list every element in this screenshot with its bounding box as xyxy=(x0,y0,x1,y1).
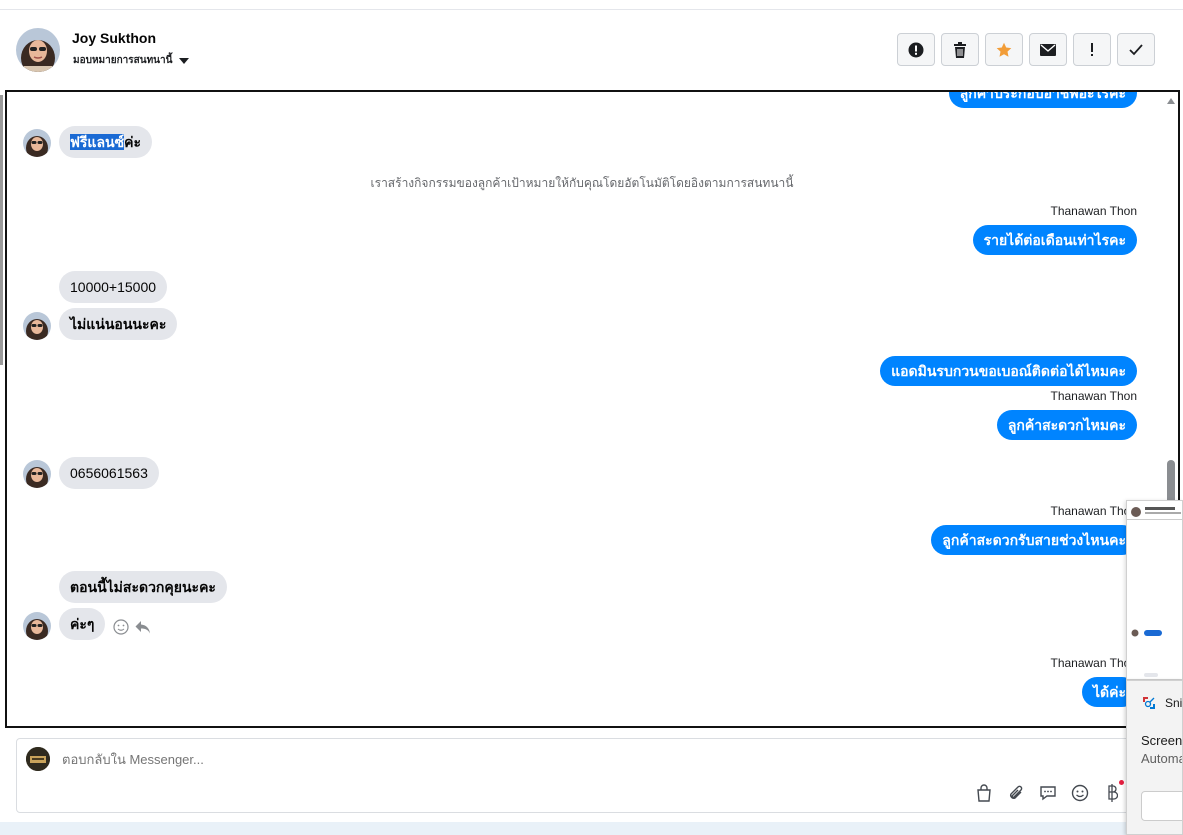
caret-down-icon xyxy=(179,57,190,64)
delete-button[interactable] xyxy=(941,33,979,66)
outgoing-message: ลูกค้าสะดวกรับสายช่วงไหนคะ xyxy=(931,525,1137,555)
conversation-header: Joy Sukthon มอบหมายการสนทนานี้ xyxy=(0,10,1183,90)
spam-button[interactable] xyxy=(1073,33,1111,66)
reply-composer[interactable] xyxy=(16,738,1136,813)
paperclip-icon[interactable] xyxy=(1007,784,1025,802)
bottom-background xyxy=(0,822,1183,835)
star-icon xyxy=(996,42,1012,57)
message-text: ค่ะ xyxy=(124,134,141,150)
assign-conversation-dropdown[interactable]: มอบหมายการสนทนานี้ xyxy=(73,53,190,68)
contact-avatar[interactable] xyxy=(16,28,60,72)
trash-icon xyxy=(954,41,966,58)
incoming-message: 0656061563 xyxy=(59,457,159,489)
notification-title: Screenshot copied to clipboard xyxy=(1141,733,1183,748)
envelope-icon xyxy=(1040,43,1056,56)
sender-name: Thanawan Thon xyxy=(1050,656,1137,670)
outgoing-message: รายได้ต่อเดือนเท่าไรคะ xyxy=(972,225,1137,255)
reply-icon[interactable] xyxy=(135,620,151,634)
incoming-message: ฟรีแลนซ์ค่ะ xyxy=(59,126,152,158)
sender-name: Thanawan Thon xyxy=(1050,504,1137,518)
contact-name[interactable]: Joy Sukthon xyxy=(72,30,156,46)
mark-done-button[interactable] xyxy=(1117,33,1155,66)
scroll-thumb[interactable] xyxy=(1167,460,1175,504)
snipping-tool-notification[interactable]: Snipping Tool Screenshot copied to clipb… xyxy=(1126,680,1183,835)
selected-text: ฟรีแลนซ์ xyxy=(70,134,125,150)
sender-name: Thanawan Thon xyxy=(1050,204,1137,218)
outgoing-message: แอดมินรบกวนขอเบอณ์ติดต่อได้ไหมคะ xyxy=(880,356,1137,386)
header-actions xyxy=(897,33,1155,66)
emoji-react-icon[interactable] xyxy=(113,619,129,635)
assign-label: มอบหมายการสนทนานี้ xyxy=(73,55,173,66)
exclamation-icon xyxy=(1091,42,1093,56)
top-border xyxy=(0,0,1183,10)
notification-subtext: Automatically saved to screenshots folde… xyxy=(1141,751,1183,766)
report-icon xyxy=(908,42,924,57)
incoming-message: 10000+15000 xyxy=(59,271,168,303)
contact-avatar-small xyxy=(23,312,51,340)
sender-name: Thanawan Thon xyxy=(1050,389,1137,403)
incoming-message: ไม่แน่นอนนะคะ xyxy=(59,308,178,340)
baht-icon[interactable] xyxy=(1103,780,1124,802)
page-avatar xyxy=(26,747,50,771)
contact-avatar-small xyxy=(23,460,51,488)
snipping-tool-icon xyxy=(1143,697,1155,709)
notification-app-name: Snipping Tool xyxy=(1165,696,1183,710)
check-icon xyxy=(1129,43,1143,55)
reply-input[interactable] xyxy=(62,752,762,767)
saved-reply-icon[interactable] xyxy=(1039,784,1057,802)
contact-avatar-small xyxy=(23,612,51,640)
scroll-up-arrow-icon[interactable] xyxy=(1167,98,1175,104)
incoming-message: ตอนนี้ไม่สะดวกคุยนะคะ xyxy=(59,571,227,603)
screenshot-preview-thumbnail[interactable] xyxy=(1126,500,1183,680)
shopping-bag-icon[interactable] xyxy=(975,784,993,802)
mark-unread-button[interactable] xyxy=(1029,33,1067,66)
notification-dot xyxy=(1119,780,1124,785)
emoji-icon[interactable] xyxy=(1071,784,1089,802)
incoming-message: ค่ะๆ xyxy=(59,608,106,640)
composer-toolbar xyxy=(975,780,1124,802)
outgoing-message: ลูกค้าสะดวกไหมคะ xyxy=(996,410,1137,440)
left-scroll-indicator xyxy=(0,95,3,365)
notification-action-button[interactable] xyxy=(1141,791,1182,821)
message-thread[interactable]: ลูกค้าประกอบอาชีพอะไรคะ ฟรีแลนซ์ค่ะ เราส… xyxy=(5,90,1180,728)
message-actions xyxy=(113,619,151,635)
outgoing-message: ลูกค้าประกอบอาชีพอะไรคะ xyxy=(948,92,1137,108)
system-note: เราสร้างกิจกรรมของลูกค้าเป้าหมายให้กับคุ… xyxy=(370,176,794,190)
contact-avatar-small xyxy=(23,129,51,157)
star-button[interactable] xyxy=(985,33,1023,66)
report-button[interactable] xyxy=(897,33,935,66)
